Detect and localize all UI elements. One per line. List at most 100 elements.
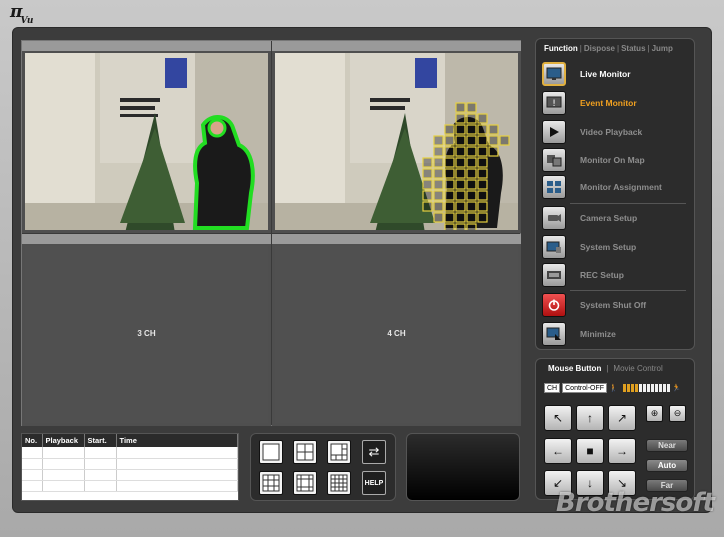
tab-status[interactable]: Status xyxy=(621,44,645,53)
menu-rec-setup[interactable]: REC Setup xyxy=(542,262,690,288)
layout-six-icon xyxy=(330,443,348,461)
power-icon xyxy=(542,293,566,317)
menu-live-monitor[interactable]: Live Monitor xyxy=(542,61,690,87)
speed-segment xyxy=(659,384,663,392)
zoom-in-icon: ⊕ xyxy=(650,408,659,418)
layout-1x1-button[interactable] xyxy=(259,440,283,464)
focus-auto-button[interactable]: Auto xyxy=(646,459,688,472)
layout-1plus12-button[interactable] xyxy=(293,471,317,495)
layout-sixteen-icon xyxy=(330,474,348,492)
table-row[interactable] xyxy=(22,458,238,470)
menu-system-setup[interactable]: System Setup xyxy=(542,234,690,260)
ptz-left-button[interactable]: ← xyxy=(544,437,572,464)
speed-segment xyxy=(631,384,635,392)
motion-cell xyxy=(433,179,444,190)
ptz-right-button[interactable]: → xyxy=(608,437,636,464)
motion-cell xyxy=(455,168,466,179)
tab-mouse-button[interactable]: Mouse Button xyxy=(548,364,601,373)
svg-text:!: ! xyxy=(552,99,556,109)
motion-cell xyxy=(455,146,466,157)
tab-function[interactable]: Function xyxy=(544,44,578,53)
control-mode-field[interactable]: Control-OFF xyxy=(562,383,608,393)
menu-minimize[interactable]: Minimize xyxy=(542,321,690,347)
table-row[interactable] xyxy=(22,469,238,481)
motion-cell xyxy=(477,157,488,168)
table-row[interactable] xyxy=(22,480,238,492)
motion-cell xyxy=(444,168,455,179)
motion-cell xyxy=(466,135,477,146)
monitor-icon xyxy=(542,62,566,86)
motion-cell xyxy=(444,223,455,230)
channel-2-view[interactable] xyxy=(272,41,521,233)
column-start[interactable]: Start. xyxy=(84,434,117,447)
menu-camera-setup[interactable]: Camera Setup xyxy=(542,205,690,231)
motion-cell xyxy=(444,124,455,135)
function-panel: Function | Dispose | Status | Jump Live Monito… xyxy=(535,38,695,350)
motion-cell xyxy=(444,146,455,157)
menu-video-playback[interactable]: Video Playback xyxy=(542,119,690,145)
motion-cell xyxy=(455,135,466,146)
help-button[interactable]: HELP xyxy=(362,471,386,495)
mouse-button-panel: Mouse Button | Movie Control CH Control-OF… xyxy=(535,358,695,500)
column-no[interactable]: No. xyxy=(22,434,43,447)
motion-cell xyxy=(433,212,444,223)
column-playback[interactable]: Playback xyxy=(42,434,85,447)
speed-segment xyxy=(651,384,655,392)
layout-2x2-button[interactable] xyxy=(293,440,317,464)
walk-slow-icon: 🚶 xyxy=(609,384,618,392)
layout-4x4-button[interactable] xyxy=(327,471,351,495)
preview-panel xyxy=(406,433,520,501)
motion-cell xyxy=(477,124,488,135)
tab-movie-control[interactable]: Movie Control xyxy=(613,364,662,373)
motion-cell xyxy=(433,157,444,168)
motion-cell xyxy=(444,201,455,212)
motion-cell xyxy=(477,190,488,201)
channel-field[interactable]: CH xyxy=(544,383,561,393)
menu-monitor-assignment[interactable]: Monitor Assignment xyxy=(542,174,690,200)
speed-segment xyxy=(647,384,651,392)
ptz-up-button[interactable]: ↑ xyxy=(576,405,604,431)
zoom-in-button[interactable]: ⊕ xyxy=(646,405,663,422)
control-row: CH Control-OFF 🚶 🏃 xyxy=(544,383,681,393)
swap-button[interactable]: ⇄ xyxy=(362,440,386,464)
motion-cell xyxy=(499,135,510,146)
motion-cell xyxy=(433,201,444,212)
column-time[interactable]: Time xyxy=(116,434,238,447)
focus-near-button[interactable]: Near xyxy=(646,439,688,452)
menu-event-monitor[interactable]: ! Event Monitor xyxy=(542,90,690,116)
motion-cell xyxy=(466,190,477,201)
ptz-center-button[interactable]: ■ xyxy=(576,437,604,464)
play-icon xyxy=(542,120,566,144)
speed-segment xyxy=(627,384,631,392)
motion-cell xyxy=(477,212,488,223)
motion-cell xyxy=(466,102,477,113)
layout-1plus5-button[interactable] xyxy=(327,440,351,464)
channel-1-view[interactable] xyxy=(22,41,271,233)
speed-slider[interactable] xyxy=(623,384,671,392)
zoom-out-icon: ⊖ xyxy=(673,408,682,418)
motion-cell xyxy=(466,124,477,135)
ptz-up-right-button[interactable]: ↗ xyxy=(608,405,636,431)
motion-cell xyxy=(433,190,444,201)
motion-cell xyxy=(466,168,477,179)
motion-cell xyxy=(466,223,477,230)
tab-jump[interactable]: Jump xyxy=(652,44,673,53)
layout-3x3-button[interactable] xyxy=(259,471,283,495)
motion-cell xyxy=(444,135,455,146)
menu-system-shut-off[interactable]: System Shut Off xyxy=(542,292,690,318)
ptz-up-left-button[interactable]: ↖ xyxy=(544,405,572,431)
menu-monitor-on-map[interactable]: Monitor On Map xyxy=(542,147,690,173)
table-row[interactable] xyxy=(22,447,238,459)
motion-cell xyxy=(466,179,477,190)
channel-3-view[interactable]: 3 CH xyxy=(22,234,271,426)
motion-cell xyxy=(477,201,488,212)
channel-4-label: 4 CH xyxy=(387,329,406,338)
ptz-pad: ↖ ↑ ↗ ← ■ → ↙ ↓ ↘ xyxy=(544,405,638,499)
motion-cell xyxy=(488,135,499,146)
motion-cell xyxy=(455,113,466,124)
channel-4-view[interactable]: 4 CH xyxy=(272,234,521,426)
motion-cell xyxy=(455,223,466,230)
speed-segment xyxy=(639,384,643,392)
zoom-out-button[interactable]: ⊖ xyxy=(669,405,686,422)
tab-dispose[interactable]: Dispose xyxy=(584,44,615,53)
